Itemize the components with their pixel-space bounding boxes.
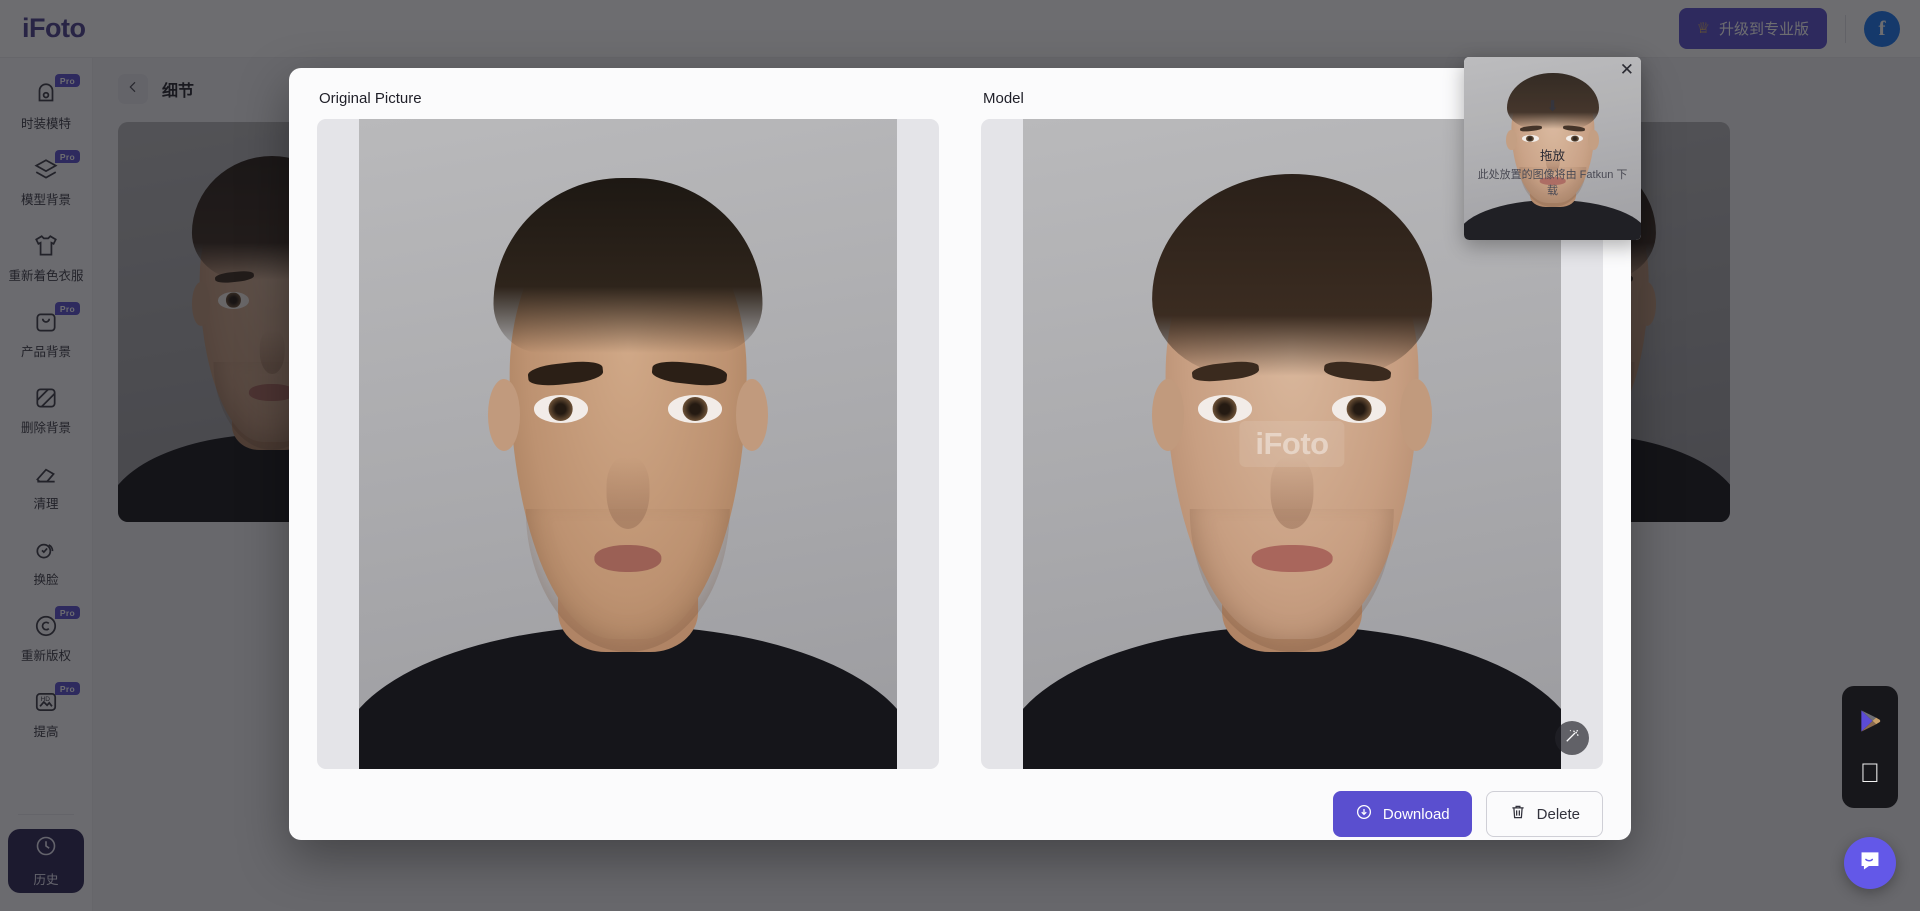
magic-wand-button[interactable]	[1555, 721, 1589, 755]
original-pane: Original Picture	[317, 90, 939, 769]
original-portrait-image	[359, 119, 897, 769]
cloud-download-icon	[1355, 803, 1373, 825]
download-label: Download	[1382, 805, 1450, 823]
fatkun-subtitle: 此处放置的图像将由 Fatkun 下载	[1477, 169, 1628, 197]
modal-actions: Download Delete	[289, 769, 1631, 837]
detail-modal: Original Picture Model iFoto Download De…	[289, 68, 1631, 840]
close-icon[interactable]: ✕	[1620, 61, 1634, 78]
delete-label: Delete	[1536, 805, 1580, 823]
app-store-dock[interactable]: 	[1842, 686, 1898, 808]
trash-icon	[1509, 803, 1527, 825]
delete-button[interactable]: Delete	[1485, 791, 1603, 837]
google-play-icon[interactable]	[1856, 707, 1884, 735]
original-image-box[interactable]	[317, 119, 939, 769]
original-picture-label: Original Picture	[319, 90, 422, 107]
fatkun-title: 拖放	[1539, 149, 1565, 164]
arrow-down-icon: ⬇	[1546, 98, 1559, 116]
magic-wand-icon	[1563, 727, 1581, 750]
chat-bubble-button[interactable]	[1844, 837, 1896, 889]
fatkun-drop-zone[interactable]: ⬇ 拖放 此处放置的图像将由 Fatkun 下载	[1464, 57, 1641, 240]
compare-panes: Original Picture Model iFoto	[289, 68, 1631, 769]
app-root: iFoto ♕ 升级到专业版 f Pro 时装模特 Pro	[0, 0, 1920, 911]
chat-bubble-icon	[1857, 848, 1883, 879]
apple-icon[interactable]: 	[1856, 760, 1884, 788]
fatkun-drop-popup[interactable]: ✕ ⬇ 拖放 此处放置的图像将由 Fatkun 下载	[1464, 57, 1641, 240]
download-button[interactable]: Download	[1332, 791, 1472, 837]
